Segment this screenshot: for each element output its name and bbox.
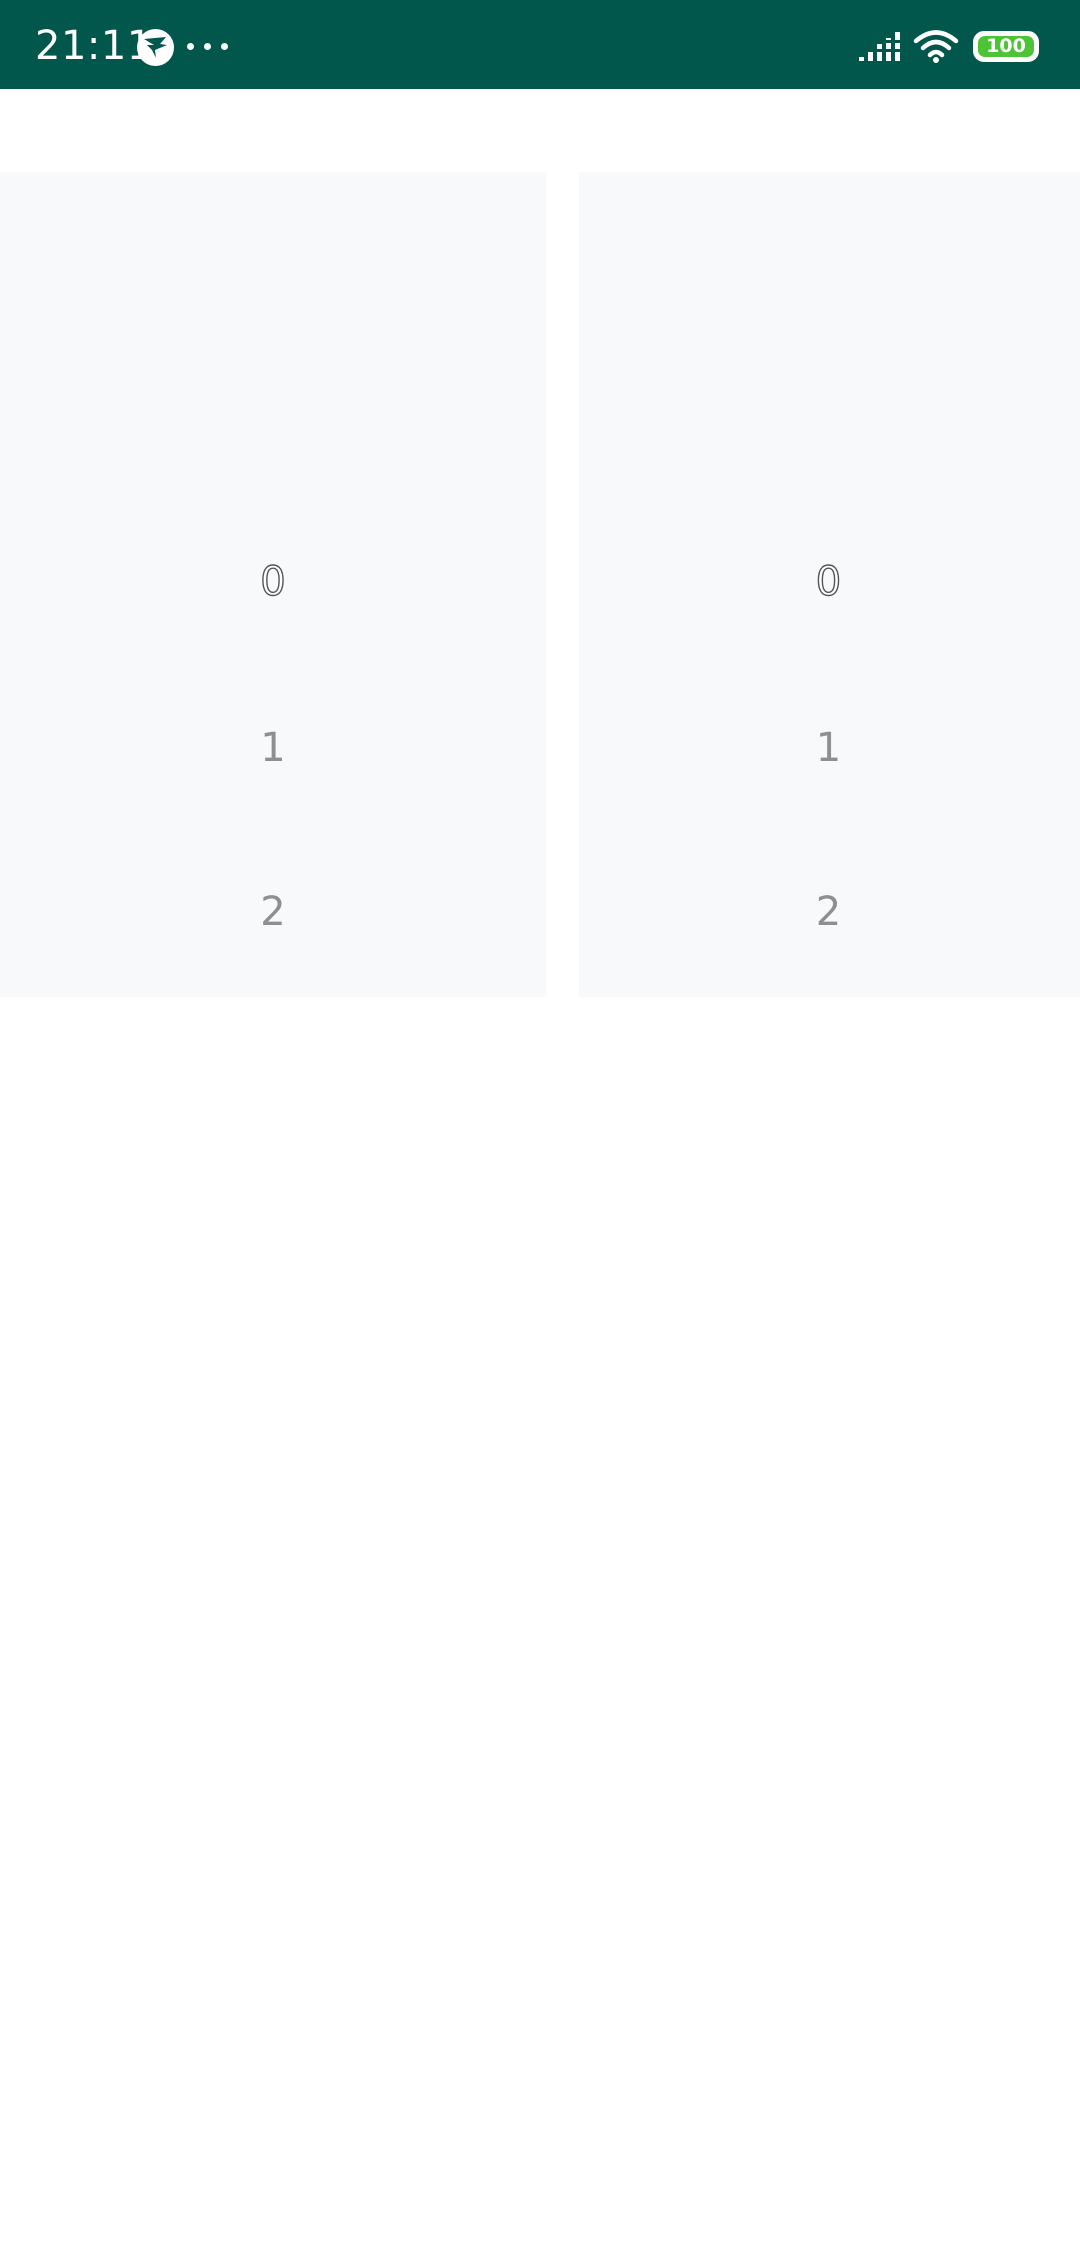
picker-divider bbox=[577, 172, 579, 997]
status-bar: 21:11 100 bbox=[0, 0, 1080, 89]
right-number-picker[interactable]: 0 1 2 bbox=[577, 172, 1080, 997]
right-picker-item[interactable]: 2 bbox=[577, 888, 1080, 936]
right-picker-item-selected[interactable]: 0 bbox=[577, 558, 1080, 606]
left-picker-item[interactable]: 2 bbox=[0, 888, 546, 936]
battery-fill: 100 bbox=[978, 36, 1034, 57]
left-picker-item[interactable]: 1 bbox=[0, 724, 546, 772]
right-picker-item[interactable]: 1 bbox=[577, 724, 1080, 772]
battery-icon: 100 bbox=[973, 31, 1039, 62]
more-dots-icon bbox=[187, 43, 228, 50]
bird-icon bbox=[137, 29, 174, 66]
status-time: 21:11 bbox=[35, 23, 153, 69]
signal-icon bbox=[858, 32, 902, 61]
left-picker-item-selected[interactable]: 0 bbox=[0, 558, 546, 606]
battery-level: 100 bbox=[986, 35, 1026, 57]
left-number-picker[interactable]: 0 1 2 bbox=[0, 172, 546, 997]
wifi-icon bbox=[913, 30, 959, 63]
